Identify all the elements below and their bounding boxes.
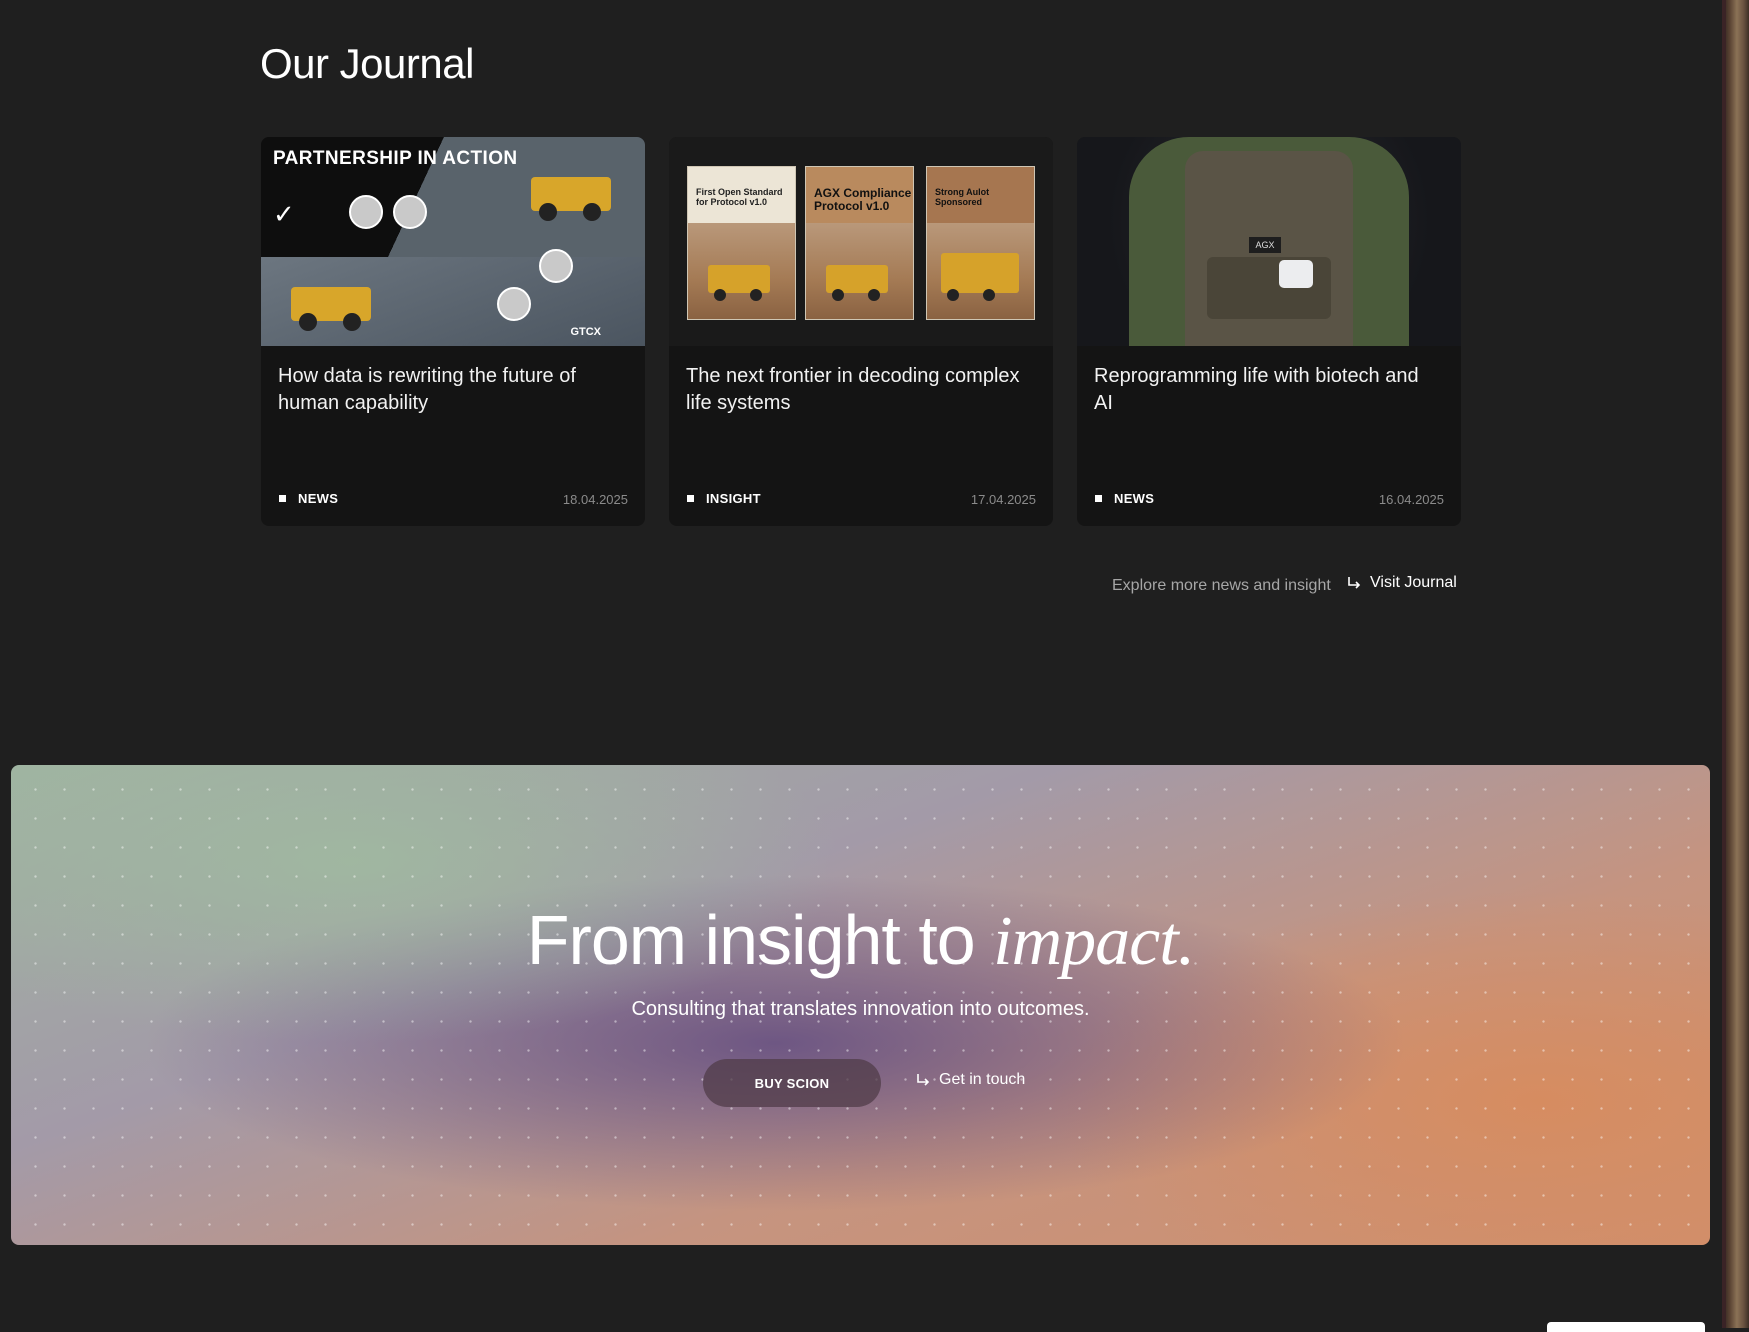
journal-card[interactable]: First Open Standard for Protocol v1.0 AG…	[669, 137, 1053, 526]
card-title: The next frontier in decoding complex li…	[686, 365, 1020, 414]
section-title: Our Journal	[260, 40, 474, 87]
tag-label: NEWS	[1114, 491, 1155, 506]
visit-journal-label: Visit Journal	[1370, 574, 1457, 591]
floating-button[interactable]	[1547, 1322, 1705, 1332]
card-date: 18.04.2025	[562, 492, 628, 507]
cta-heading-italic: impact.	[993, 903, 1195, 980]
card-date: 17.04.2025	[970, 492, 1036, 507]
cta-banner: From insight to impact. Consulting that …	[11, 765, 1710, 1245]
get-in-touch-link[interactable]: Get in touch	[915, 1071, 1025, 1089]
device-icon	[1279, 260, 1313, 288]
visit-journal-link[interactable]: Visit Journal	[1346, 574, 1457, 592]
card-tag: NEWS	[279, 491, 338, 506]
journal-card[interactable]: PARTNERSHIP IN ACTION ✓ GTCX How data is…	[261, 137, 645, 526]
square-bullet-icon	[279, 495, 286, 502]
card-thumbnail: PARTNERSHIP IN ACTION ✓ GTCX	[261, 137, 645, 346]
thumbnail-brand: GTCX	[570, 326, 601, 338]
card-thumbnail: AGX	[1077, 137, 1461, 346]
tag-label: NEWS	[298, 491, 339, 506]
tag-label: INSIGHT	[706, 491, 761, 506]
card-title: How data is rewriting the future of huma…	[278, 365, 576, 414]
card-tag: INSIGHT	[687, 491, 761, 506]
get-in-touch-label: Get in touch	[939, 1071, 1026, 1088]
cta-heading: From insight to impact.	[526, 901, 1195, 980]
cta-subtitle: Consulting that translates innovation in…	[631, 998, 1090, 1020]
square-bullet-icon	[687, 495, 694, 502]
document-cover: Strong Aulot Sponsored	[926, 166, 1035, 320]
buy-scion-button[interactable]: BUY SCION	[703, 1059, 881, 1107]
thumbnail-badge: AGX	[1249, 237, 1281, 253]
square-bullet-icon	[1095, 495, 1102, 502]
card-tag: NEWS	[1095, 491, 1154, 506]
journal-card[interactable]: AGX Reprogramming life with biotech and …	[1077, 137, 1461, 526]
corner-arrow-icon	[917, 1074, 930, 1086]
swoosh-logo-icon: ✓	[273, 199, 295, 229]
explore-text: Explore more news and insight	[1112, 577, 1331, 594]
thumbnail-headline: PARTNERSHIP IN ACTION	[273, 148, 518, 169]
card-title: Reprogramming life with biotech and AI	[1094, 365, 1419, 414]
card-date: 16.04.2025	[1378, 492, 1444, 507]
document-cover: First Open Standard for Protocol v1.0	[687, 166, 796, 320]
document-cover: AGX Compliance Protocol v1.0	[805, 166, 914, 320]
corner-arrow-icon	[1348, 577, 1361, 589]
card-thumbnail: First Open Standard for Protocol v1.0 AG…	[669, 137, 1053, 346]
right-edge-decoration	[1722, 0, 1749, 1328]
